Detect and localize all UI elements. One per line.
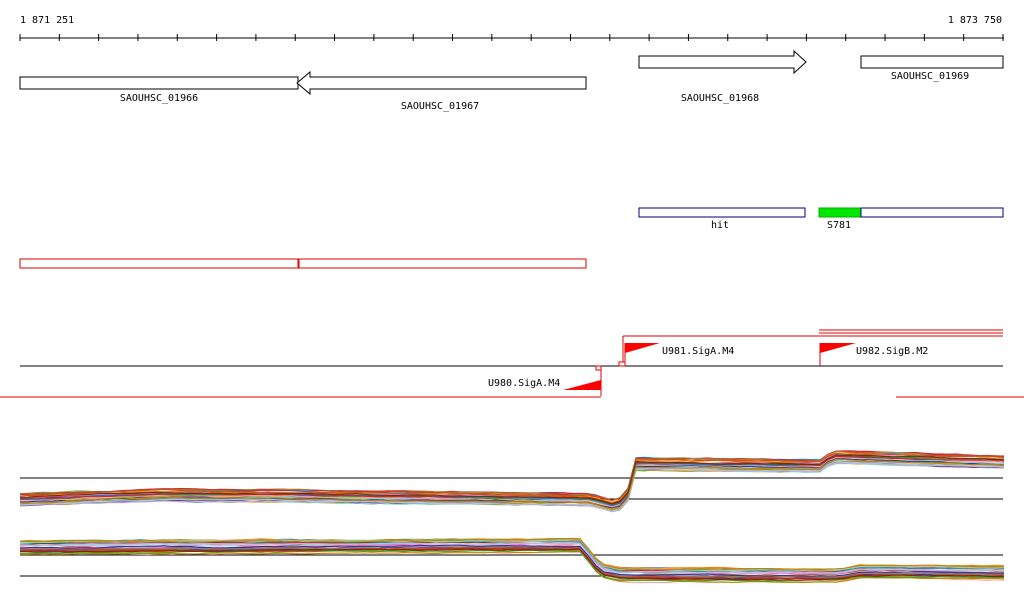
gene-arrow-saouhsc-01968[interactable] (638, 49, 807, 75)
gene-label-saouhsc-01968: SAOUHSC_01968 (681, 93, 759, 104)
genome-track-canvas: 1 871 251 1 873 750 SAOUHSC_01966 SAOUHS… (0, 15, 1024, 584)
gene-arrow-saouhsc-01969[interactable] (860, 55, 1004, 69)
expression-trace (19, 460, 1005, 512)
promoter-u981-marker (618, 361, 626, 367)
promoter-u982-flag[interactable] (820, 343, 856, 353)
promoter-u980-flag[interactable] (563, 380, 601, 390)
expression-trace (19, 462, 1005, 512)
feature-track: hit S781 (638, 207, 1004, 231)
feature-s781-box[interactable] (818, 207, 862, 218)
promoter-u980-label: U980.SigA.M4 (488, 378, 560, 389)
promoter-u982-label: U982.SigB.M2 (856, 346, 928, 357)
gene-label-saouhsc-01966: SAOUHSC_01966 (120, 93, 198, 104)
operon-segment-left[interactable] (19, 258, 299, 269)
ruler-end-label: 1 873 750 (948, 15, 1002, 26)
expression-plot-upper (19, 450, 1005, 513)
gene-label-saouhsc-01967: SAOUHSC_01967 (401, 101, 479, 112)
upper-expression-traces (19, 450, 1005, 513)
gene-arrow-saouhsc-01967[interactable] (296, 70, 587, 96)
promoter-u981-label: U981.SigA.M4 (662, 346, 734, 357)
feature-hit-label: hit (711, 220, 729, 231)
expression-plot-lower (19, 537, 1005, 584)
ruler-start-label: 1 871 251 (20, 15, 74, 26)
gene-label-saouhsc-01969: SAOUHSC_01969 (891, 71, 969, 82)
promoter-u980-marker (595, 365, 602, 371)
gene-track: SAOUHSC_01966 SAOUHSC_01967 SAOUHSC_0196… (19, 49, 1004, 112)
coordinate-ruler: 1 871 251 1 873 750 (19, 15, 1004, 41)
gene-arrow-saouhsc-01966[interactable] (19, 76, 299, 90)
promoter-track: U981.SigA.M4 U982.SigB.M2 U980.SigA.M4 (0, 329, 1024, 398)
feature-hit-box[interactable] (638, 207, 806, 218)
operon-segment-right[interactable] (298, 258, 587, 269)
operon-track (19, 258, 587, 269)
feature-s781-label: S781 (827, 220, 851, 231)
genome-browser-view: 1 871 251 1 873 750 SAOUHSC_01966 SAOUHS… (0, 0, 1024, 611)
feature-s781-extension-box[interactable] (860, 207, 1004, 218)
promoter-u981-flag[interactable] (625, 343, 660, 353)
